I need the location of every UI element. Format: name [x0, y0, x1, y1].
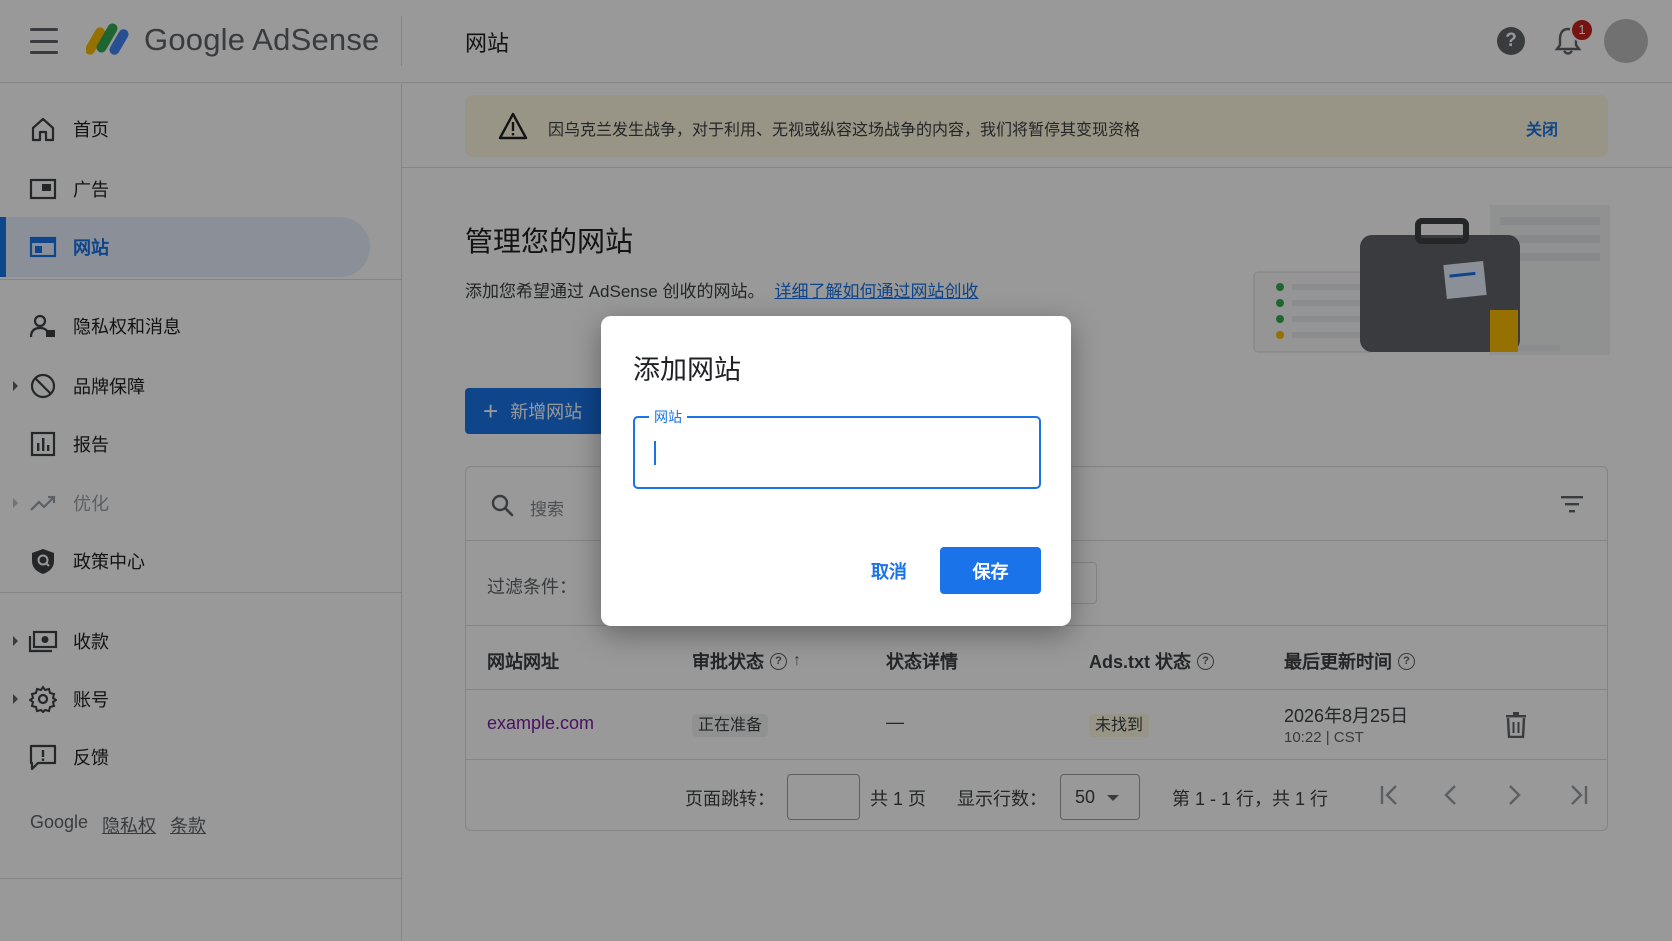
site-input[interactable] [651, 436, 1021, 470]
site-field[interactable]: 网站 [633, 407, 1041, 489]
text-cursor [654, 441, 656, 465]
cancel-button[interactable]: 取消 [847, 548, 931, 594]
save-button[interactable]: 保存 [940, 547, 1041, 594]
dialog-title: 添加网站 [633, 355, 741, 385]
add-site-dialog: 添加网站 网站 取消 保存 [601, 316, 1071, 626]
site-field-label: 网站 [649, 407, 687, 427]
